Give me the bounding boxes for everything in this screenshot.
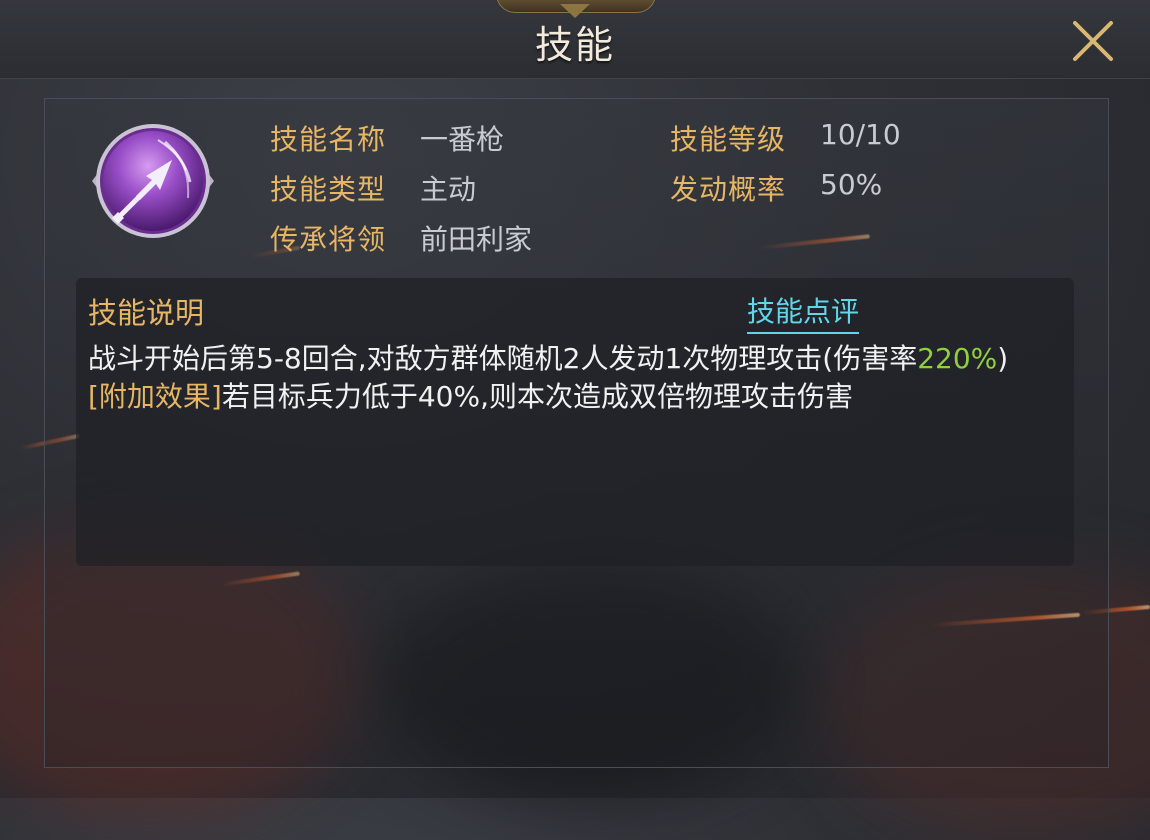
skill-name-value: 一番枪 <box>420 123 505 156</box>
close-button[interactable] <box>1070 18 1116 64</box>
description-title: 技能说明 <box>88 296 205 330</box>
trigger-rate-value: 50% <box>820 168 883 201</box>
skill-name-label: 技能名称 <box>270 123 387 156</box>
damage-rate-highlight: 220% <box>917 342 998 375</box>
skill-type-label: 技能类型 <box>270 173 387 206</box>
extra-effect-text: 若目标兵力低于40%,则本次造成双倍物理攻击伤害 <box>221 380 853 413</box>
description-text: 战斗开始后第5-8回合,对敌方群体随机2人发动1次物理攻击(伤害率220%) [… <box>88 340 1063 416</box>
skill-type-value: 主动 <box>420 173 477 206</box>
description-close: ) <box>997 342 1009 375</box>
skill-level-label: 技能等级 <box>670 123 787 156</box>
dialog-header: 技能 <box>0 0 1150 79</box>
dialog-title: 技能 <box>534 23 615 67</box>
close-icon <box>1073 21 1113 61</box>
spear-icon <box>92 124 214 238</box>
inherit-general-label: 传承将领 <box>270 223 387 256</box>
skill-review-link[interactable]: 技能点评 <box>747 290 860 334</box>
skill-level-value: 10/10 <box>820 118 901 151</box>
description-box <box>76 278 1074 566</box>
description-main: 战斗开始后第5-8回合,对敌方群体随机2人发动1次物理攻击(伤害率 <box>88 342 918 375</box>
skill-icon <box>90 120 216 242</box>
extra-effect-tag: [附加效果] <box>88 380 222 413</box>
trigger-rate-label: 发动概率 <box>670 173 787 206</box>
inherit-general-value: 前田利家 <box>420 223 533 256</box>
